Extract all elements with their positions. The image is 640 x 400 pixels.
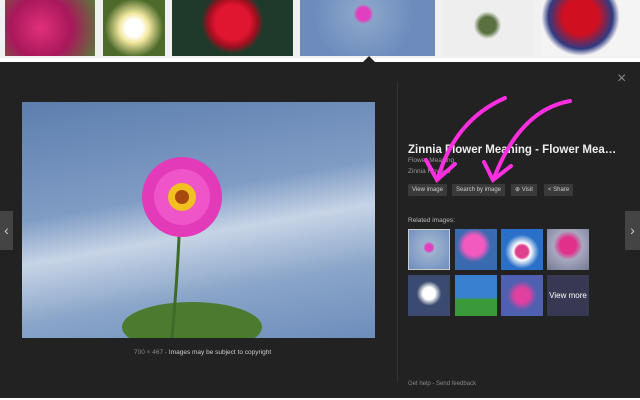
thumbnail[interactable] xyxy=(172,0,293,56)
image-dimensions: 700 × 467 xyxy=(134,349,164,356)
visit-button[interactable]: ⊕ Visit xyxy=(511,184,537,196)
image-subtitle[interactable]: Zinnia Flowers xyxy=(408,168,450,175)
site-name[interactable]: Flower Meaning xyxy=(408,157,454,164)
share-button[interactable]: < Share xyxy=(544,184,574,196)
related-image[interactable] xyxy=(501,275,543,316)
next-button[interactable]: › xyxy=(625,211,640,250)
thumbnail[interactable] xyxy=(541,0,640,56)
share-label: Share xyxy=(553,187,570,193)
flower-illustration xyxy=(122,157,262,338)
thumbnail[interactable] xyxy=(5,0,95,56)
copyright-note: Images may be subject to copyright xyxy=(168,349,272,356)
thumbnail[interactable] xyxy=(103,0,165,56)
send-feedback-link[interactable]: Send feedback xyxy=(436,381,476,387)
related-image[interactable] xyxy=(455,229,497,270)
visit-label: Visit xyxy=(521,187,533,193)
view-more-button[interactable]: View more xyxy=(547,275,589,316)
view-image-button[interactable]: View image xyxy=(408,184,447,196)
search-by-image-button[interactable]: Search by image xyxy=(452,184,506,196)
related-image[interactable] xyxy=(408,229,450,270)
divider xyxy=(397,82,398,382)
main-image[interactable] xyxy=(22,102,375,338)
related-image[interactable] xyxy=(408,275,450,316)
related-image[interactable] xyxy=(455,275,497,316)
related-images-label: Related images: xyxy=(408,217,455,224)
thumbnail-selected[interactable] xyxy=(300,0,435,56)
related-image[interactable] xyxy=(547,229,589,270)
image-caption: 700 × 467 - Images may be subject to cop… xyxy=(134,349,271,356)
thumbnail-strip xyxy=(0,0,640,58)
previous-button[interactable]: ‹ xyxy=(0,211,13,250)
close-icon[interactable]: × xyxy=(617,70,626,88)
thumbnail[interactable] xyxy=(442,0,533,56)
get-help-link[interactable]: Get help xyxy=(408,381,431,387)
related-image[interactable] xyxy=(501,229,543,270)
image-title[interactable]: Zinnia Flower Meaning - Flower Mea… xyxy=(408,144,616,156)
globe-icon: ⊕ xyxy=(515,187,522,193)
footer-links: Get help - Send feedback xyxy=(408,381,476,387)
